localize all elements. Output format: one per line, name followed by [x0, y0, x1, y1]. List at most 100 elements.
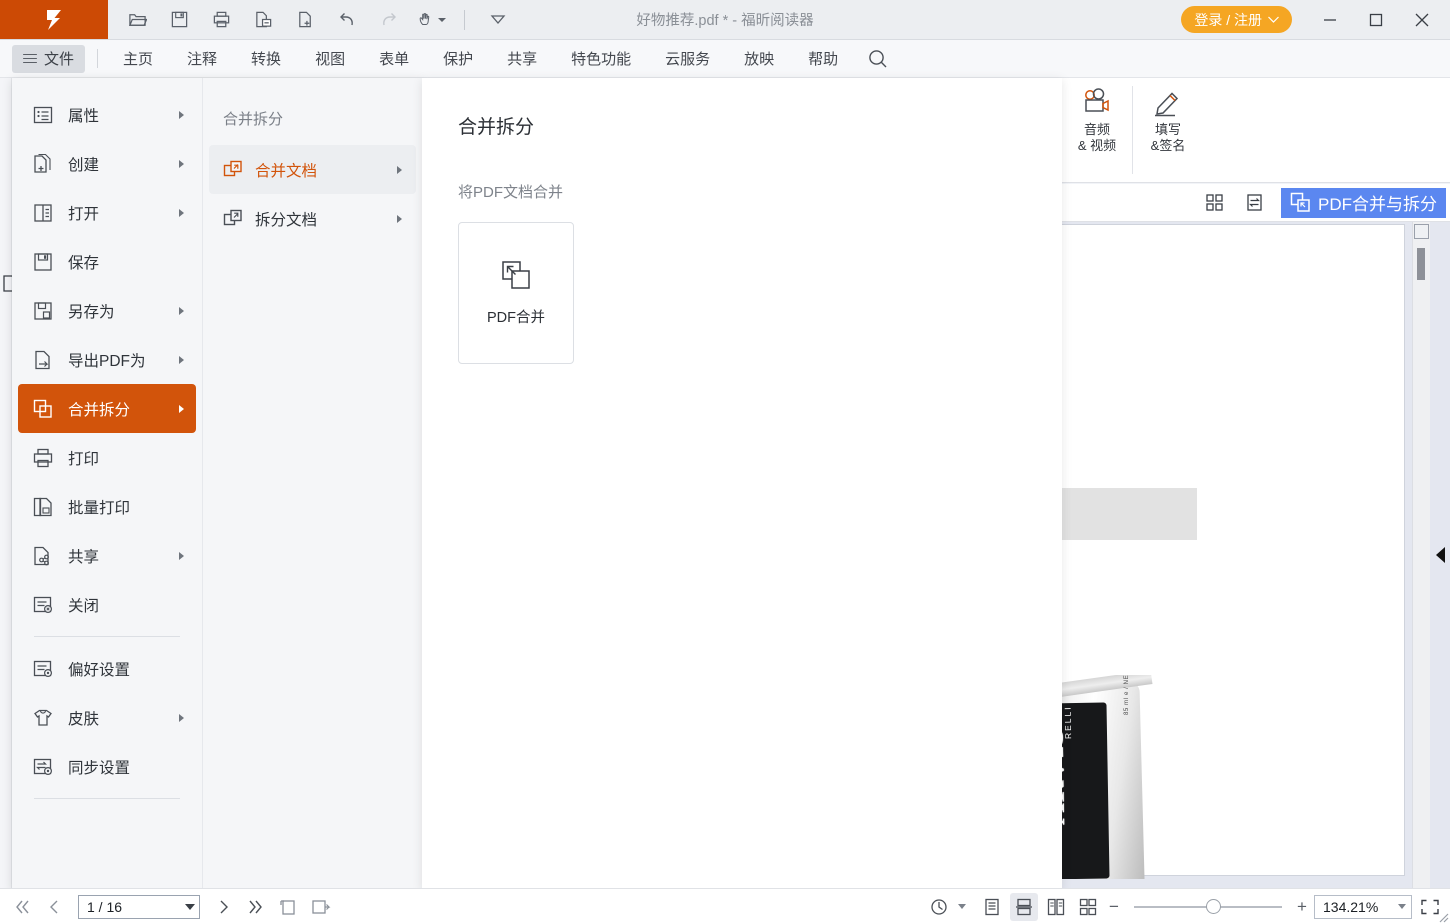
two-page-continuous-layout-icon[interactable]: [1074, 893, 1102, 921]
skin-shirt-icon: [32, 707, 54, 729]
backstage-divider: [34, 636, 180, 637]
tab-help[interactable]: 帮助: [791, 40, 855, 78]
save-icon[interactable]: [164, 5, 194, 35]
swap-arrows-icon[interactable]: [1241, 190, 1267, 216]
scroll-up-button[interactable]: [1414, 224, 1429, 239]
hand-tool-icon[interactable]: [416, 5, 446, 35]
document-vertical-scrollbar[interactable]: [1412, 222, 1430, 888]
backstage-submenu-merge-doc-label: 合并文档: [255, 159, 317, 181]
backstage-item-export-pdf[interactable]: 导出PDF为: [18, 335, 196, 384]
product-fine-text: 85 ml e / NET WT. 4.5 oz: [1124, 675, 1130, 715]
tab-file-label: 文件: [44, 48, 74, 69]
chevron-right-icon: [179, 714, 184, 722]
zoom-slider-handle[interactable]: [1206, 899, 1221, 914]
chevron-down-icon[interactable]: [958, 904, 966, 909]
first-page-icon[interactable]: [8, 893, 36, 921]
undo-icon[interactable]: [332, 5, 362, 35]
chevron-left-icon[interactable]: [1436, 547, 1445, 563]
backstage-item-save-as[interactable]: 另存为: [18, 286, 196, 335]
backstage-item-save[interactable]: 保存: [18, 237, 196, 286]
two-page-layout-icon[interactable]: [1042, 893, 1070, 921]
minimize-button[interactable]: [1308, 0, 1352, 39]
maximize-button[interactable]: [1354, 0, 1398, 39]
pencil-sign-icon: [1150, 88, 1186, 118]
chevron-down-icon[interactable]: [438, 17, 446, 23]
zoom-slider[interactable]: [1134, 899, 1282, 915]
application-window: 好物推荐.pdf * - 福昕阅读器: [0, 0, 1450, 924]
chevron-right-icon: [179, 307, 184, 315]
backstage-item-print[interactable]: 打印: [18, 433, 196, 482]
zoom-level-input[interactable]: 134.21%: [1314, 895, 1412, 919]
zoom-out-button[interactable]: −: [1106, 897, 1122, 917]
window-controls: 登录 / 注册: [1181, 0, 1444, 39]
backstage-item-create[interactable]: 创建: [18, 139, 196, 188]
prev-page-icon[interactable]: [40, 893, 68, 921]
ribbon-audio-video-button[interactable]: 音频 & 视频: [1062, 78, 1132, 182]
backstage-item-close[interactable]: 关闭: [18, 580, 196, 629]
page-gray-block: [1062, 488, 1197, 540]
backstage-item-merge-split[interactable]: 合并拆分: [18, 384, 196, 433]
backstage-item-skin[interactable]: 皮肤: [18, 693, 196, 742]
ribbon-commands-group: 音频 & 视频 填写 &签名: [1062, 78, 1450, 183]
close-button[interactable]: [1400, 0, 1444, 39]
tab-view[interactable]: 视图: [298, 40, 362, 78]
tab-home[interactable]: 主页: [106, 40, 170, 78]
pdf-merge-tile[interactable]: PDF合并: [458, 222, 574, 364]
page-number-input[interactable]: 1 / 16: [78, 895, 200, 919]
tab-form[interactable]: 表单: [362, 40, 426, 78]
left-navigation-strip: [0, 78, 12, 890]
next-page-icon[interactable]: [210, 893, 238, 921]
tab-convert[interactable]: 转换: [234, 40, 298, 78]
open-icon[interactable]: [122, 5, 152, 35]
chevron-down-icon[interactable]: [1398, 904, 1406, 909]
redo-icon: [374, 5, 404, 35]
single-page-layout-icon[interactable]: [978, 893, 1006, 921]
backstage-item-sync-settings[interactable]: 同步设置: [18, 742, 196, 791]
product-photo: ARVIS RELLI LICORICE OTHPASTE 85 ml e / …: [1062, 675, 1158, 879]
chevron-down-icon[interactable]: [185, 904, 195, 910]
chevron-right-icon: [179, 552, 184, 560]
product-sub-text: RELLI LICORICE: [1062, 702, 1073, 739]
ribbon-fill-sign-button[interactable]: 填写 &签名: [1133, 78, 1203, 182]
tab-file[interactable]: 文件: [12, 45, 85, 73]
backstage-submenu-merge-doc[interactable]: 合并文档: [209, 145, 416, 194]
backstage-submenu-split-doc[interactable]: 拆分文档: [209, 194, 416, 243]
backstage-item-open-label: 打开: [68, 202, 99, 224]
backstage-item-batch-print[interactable]: 批量打印: [18, 482, 196, 531]
tab-share[interactable]: 共享: [490, 40, 554, 78]
fit-page-icon[interactable]: [274, 893, 302, 921]
fit-width-icon[interactable]: [306, 893, 334, 921]
backstage-item-open[interactable]: 打开: [18, 188, 196, 237]
grid-view-icon[interactable]: [1201, 190, 1227, 216]
backstage-item-preferences[interactable]: 偏好设置: [18, 644, 196, 693]
continuous-layout-icon[interactable]: [1010, 893, 1038, 921]
tab-comment[interactable]: 注释: [170, 40, 234, 78]
tab-special-features[interactable]: 特色功能: [554, 40, 648, 78]
backstage-item-properties[interactable]: 属性: [18, 90, 196, 139]
rotate-view-icon[interactable]: [926, 893, 954, 921]
print-icon[interactable]: [206, 5, 236, 35]
login-register-button[interactable]: 登录 / 注册: [1181, 6, 1292, 33]
ribbon-fill-sign-line2: &签名: [1151, 138, 1186, 154]
tab-share-label: 共享: [507, 48, 537, 69]
last-page-icon[interactable]: [242, 893, 270, 921]
tab-cloud-service[interactable]: 云服务: [648, 40, 727, 78]
zoom-in-button[interactable]: +: [1294, 897, 1310, 917]
delete-page-icon[interactable]: [248, 5, 278, 35]
tab-protect[interactable]: 保护: [426, 40, 490, 78]
customize-qat-icon[interactable]: [483, 5, 513, 35]
right-panel-collapse-strip[interactable]: [1430, 222, 1450, 888]
tab-present[interactable]: 放映: [727, 40, 791, 78]
resize-grip[interactable]: [1435, 909, 1449, 923]
scrollbar-thumb[interactable]: [1417, 248, 1425, 280]
backstage-item-share[interactable]: 共享: [18, 531, 196, 580]
add-page-icon[interactable]: [290, 5, 320, 35]
ribbon-audio-video-line2: & 视频: [1078, 138, 1116, 154]
share-icon: [32, 545, 54, 567]
document-viewport[interactable]: ARVIS RELLI LICORICE OTHPASTE 85 ml e / …: [1062, 222, 1450, 888]
chevron-right-icon: [397, 166, 402, 174]
tab-form-label: 表单: [379, 48, 409, 69]
pdf-merge-split-chip[interactable]: PDF合并与拆分: [1281, 188, 1446, 218]
backstage-item-export-pdf-label: 导出PDF为: [68, 349, 146, 371]
search-icon[interactable]: [855, 40, 901, 78]
